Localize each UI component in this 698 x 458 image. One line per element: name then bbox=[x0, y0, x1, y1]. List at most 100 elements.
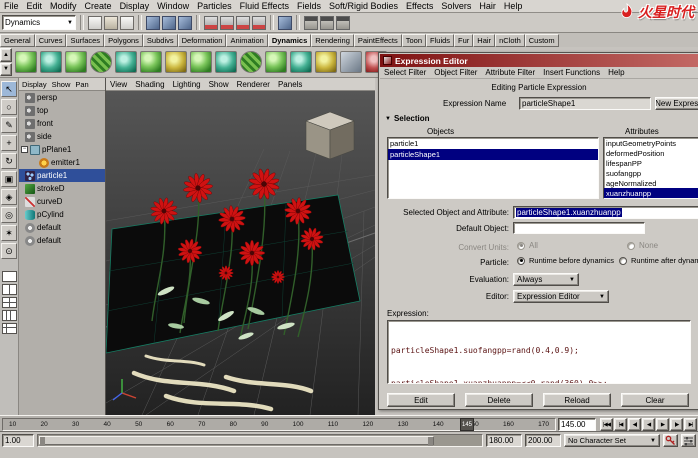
tab-general[interactable]: General bbox=[0, 34, 35, 47]
convert-units-none-option[interactable]: None bbox=[627, 241, 658, 250]
snap-to-curve-icon[interactable] bbox=[220, 16, 234, 30]
universal-manipulator-tool[interactable]: ◈ bbox=[1, 189, 17, 205]
expression-editor-title-bar[interactable]: Expression Editor bbox=[380, 54, 698, 67]
radio-button-icon[interactable] bbox=[627, 242, 635, 250]
shelf-down-arrow-icon[interactable]: ▼ bbox=[0, 63, 12, 77]
current-frame-marker[interactable]: 145 bbox=[460, 418, 474, 431]
outliner-item-defaultlightset[interactable]: default bbox=[19, 221, 105, 234]
step-forward-frame-button[interactable]: ▶| bbox=[684, 418, 697, 431]
viewport-menu-view[interactable]: View bbox=[106, 80, 131, 89]
emit-from-object-icon[interactable] bbox=[65, 51, 87, 73]
status-separator[interactable] bbox=[80, 15, 84, 30]
viewport-menu-renderer[interactable]: Renderer bbox=[233, 80, 274, 89]
menu-window[interactable]: Window bbox=[153, 1, 193, 11]
tab-animation[interactable]: Animation bbox=[226, 34, 267, 47]
select-tool[interactable]: ↖ bbox=[1, 81, 17, 97]
radial-field-icon[interactable] bbox=[240, 51, 262, 73]
menu-object-filter[interactable]: Object Filter bbox=[430, 68, 481, 77]
status-separator[interactable] bbox=[270, 15, 274, 30]
viewport-menu-panels[interactable]: Panels bbox=[274, 80, 306, 89]
render-globals-icon[interactable] bbox=[336, 16, 350, 30]
status-separator[interactable] bbox=[296, 15, 300, 30]
four-pane-layout-button[interactable] bbox=[2, 297, 17, 308]
play-forward-button[interactable]: ▶ bbox=[656, 418, 669, 431]
outliner-item-particle1[interactable]: particle1 bbox=[19, 169, 105, 182]
lasso-select-tool[interactable]: ○ bbox=[1, 99, 17, 115]
tab-subdivs[interactable]: Subdivs bbox=[143, 34, 178, 47]
particle-runtime-before-option[interactable]: Runtime before dynamics bbox=[517, 256, 614, 265]
file-open-icon[interactable] bbox=[104, 16, 118, 30]
animation-end-field[interactable]: 200.00 bbox=[525, 434, 561, 447]
editor-dropdown[interactable]: Expression Editor ▼ bbox=[513, 290, 609, 303]
outliner-item-pcylinder[interactable]: pCylind bbox=[19, 208, 105, 221]
file-save-icon[interactable] bbox=[120, 16, 134, 30]
move-tool[interactable]: + bbox=[1, 135, 17, 151]
air-field-icon[interactable] bbox=[165, 51, 187, 73]
expression-code-area[interactable]: particleShape1.suofangpp=rand(0.4,0.9); … bbox=[387, 320, 691, 384]
outliner-item-defaultobjectset[interactable]: default bbox=[19, 234, 105, 247]
range-start-handle[interactable] bbox=[40, 437, 45, 446]
selection-mode-object-icon[interactable] bbox=[162, 16, 176, 30]
menu-create[interactable]: Create bbox=[81, 1, 116, 11]
menu-ee-help[interactable]: Help bbox=[604, 68, 628, 77]
gravity-field-icon[interactable] bbox=[140, 51, 162, 73]
range-end-handle[interactable] bbox=[428, 437, 433, 446]
outliner-item-emitter1[interactable]: emitter1 bbox=[19, 156, 105, 169]
menu-fields[interactable]: Fields bbox=[293, 1, 325, 11]
menu-soft-rigid-bodies[interactable]: Soft/Rigid Bodies bbox=[325, 1, 402, 11]
outliner-item-top[interactable]: top bbox=[19, 104, 105, 117]
attributes-list-item[interactable]: deformedPosition bbox=[604, 148, 698, 158]
tab-curves[interactable]: Curves bbox=[35, 34, 67, 47]
paint-select-tool[interactable]: ✎ bbox=[1, 117, 17, 133]
menu-hair[interactable]: Hair bbox=[475, 1, 500, 11]
animation-start-field[interactable]: 1.00 bbox=[2, 434, 34, 447]
viewport-menu-lighting[interactable]: Lighting bbox=[169, 80, 205, 89]
particle-tool-icon[interactable] bbox=[40, 51, 62, 73]
go-to-start-button[interactable]: |◀◀ bbox=[600, 418, 613, 431]
turbulence-field-icon[interactable] bbox=[265, 51, 287, 73]
particle-runtime-after-option[interactable]: Runtime after dynamics bbox=[619, 256, 698, 265]
status-separator[interactable] bbox=[138, 15, 142, 30]
evaluation-dropdown[interactable]: Always ▼ bbox=[513, 273, 579, 286]
step-back-key-button[interactable]: ◀| bbox=[628, 418, 641, 431]
radio-button-icon[interactable] bbox=[517, 242, 525, 250]
snap-to-plane-icon[interactable] bbox=[252, 16, 266, 30]
menu-set-selector[interactable]: Dynamics ▼ bbox=[2, 15, 76, 30]
outliner-item-side[interactable]: side bbox=[19, 130, 105, 143]
outliner-menu-show[interactable]: Show bbox=[52, 80, 71, 89]
selected-object-attribute-field[interactable]: particleShape1.xuanzhuanpp bbox=[513, 206, 698, 219]
perspective-viewport[interactable] bbox=[106, 91, 375, 415]
tab-painteffects[interactable]: PaintEffects bbox=[354, 34, 402, 47]
tab-dynamics[interactable]: Dynamics bbox=[268, 34, 311, 47]
menu-attribute-filter[interactable]: Attribute Filter bbox=[481, 68, 539, 77]
outliner-item-persp[interactable]: persp bbox=[19, 91, 105, 104]
new-expression-button[interactable]: New Expression bbox=[655, 97, 698, 110]
radio-button-icon[interactable] bbox=[517, 257, 525, 265]
objects-list[interactable]: particle1 particleShape1 bbox=[387, 137, 599, 199]
objects-list-item-selected[interactable]: particleShape1 bbox=[388, 149, 598, 160]
newton-field-icon[interactable] bbox=[215, 51, 237, 73]
clear-button[interactable]: Clear bbox=[621, 393, 689, 407]
menu-fluid-effects[interactable]: Fluid Effects bbox=[236, 1, 293, 11]
emitter-icon[interactable] bbox=[15, 51, 37, 73]
ipr-render-icon[interactable] bbox=[320, 16, 334, 30]
objects-list-item[interactable]: particle1 bbox=[388, 138, 598, 149]
expression-name-field[interactable]: particleShape1 bbox=[519, 97, 651, 110]
menu-particles[interactable]: Particles bbox=[193, 1, 236, 11]
attributes-list-item[interactable]: ageNormalized bbox=[604, 178, 698, 188]
outliner-item-front[interactable]: front bbox=[19, 117, 105, 130]
tab-toon[interactable]: Toon bbox=[402, 34, 426, 47]
tab-rendering[interactable]: Rendering bbox=[311, 34, 354, 47]
menu-file[interactable]: File bbox=[0, 1, 23, 11]
attributes-list[interactable]: inputGeometryPoints deformedPosition lif… bbox=[603, 137, 698, 199]
selection-mode-component-icon[interactable] bbox=[178, 16, 192, 30]
snap-to-grid-icon[interactable] bbox=[204, 16, 218, 30]
tab-hair[interactable]: Hair bbox=[473, 34, 495, 47]
outliner-menu-panels[interactable]: Pan bbox=[75, 80, 88, 89]
default-object-field[interactable] bbox=[513, 222, 645, 234]
soft-modification-tool[interactable]: ◎ bbox=[1, 207, 17, 223]
uniform-field-icon[interactable] bbox=[290, 51, 312, 73]
character-set-dropdown[interactable]: No Character Set ▼ bbox=[564, 434, 660, 447]
file-new-icon[interactable] bbox=[88, 16, 102, 30]
single-pane-layout-button[interactable] bbox=[2, 271, 17, 282]
